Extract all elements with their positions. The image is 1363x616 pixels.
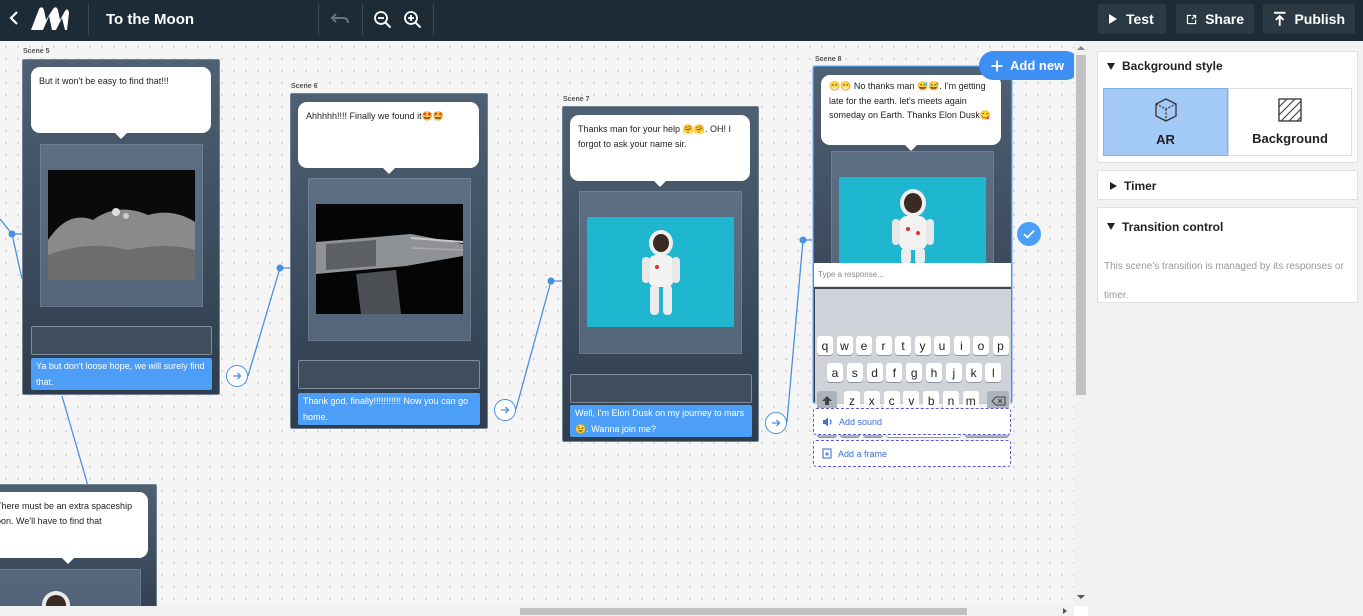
add-sound-label: Add sound xyxy=(839,416,883,427)
empty-response-slot[interactable] xyxy=(298,360,480,389)
transition-description: This scene's transition is managed by it… xyxy=(1104,261,1344,301)
undo-icon[interactable] xyxy=(328,8,352,30)
vertical-scrollbar[interactable] xyxy=(1074,41,1088,606)
key-a[interactable]: a xyxy=(827,363,843,382)
dialog-bubble[interactable]: Thanks man for your help 🤗🤗. OH! I forgo… xyxy=(570,115,750,187)
key-f[interactable]: f xyxy=(886,363,903,382)
logo-icon[interactable] xyxy=(28,5,72,33)
key-k[interactable]: k xyxy=(965,363,982,382)
top-bar: To the Moon Test Share Publish xyxy=(0,0,1363,41)
transition-control-section: Transition control This scene's transiti… xyxy=(1097,207,1358,303)
scene-label: Scene 6 xyxy=(291,83,318,90)
background-style-title: Background style xyxy=(1122,59,1223,73)
empty-response-slot[interactable] xyxy=(570,374,752,403)
arrow-right-icon xyxy=(501,406,510,414)
frame-icon xyxy=(822,448,832,459)
next-scene-arrow[interactable] xyxy=(494,399,516,421)
timer-header[interactable]: Timer xyxy=(1098,171,1357,201)
horizontal-scrollbar[interactable] xyxy=(0,606,1074,616)
response-option[interactable]: Well, I'm Elon Dusk on my journey to mar… xyxy=(570,405,752,437)
key-o[interactable]: o xyxy=(973,336,989,355)
publish-icon xyxy=(1273,11,1286,26)
project-title[interactable]: To the Moon xyxy=(106,11,194,28)
key-i[interactable]: i xyxy=(953,336,970,355)
share-icon xyxy=(1186,14,1197,24)
chevron-down-icon xyxy=(1107,62,1115,70)
dialog-bubble[interactable]: 😁😁 No thanks man 😅😅. I'm getting late fo… xyxy=(821,75,1001,151)
add-frame-button[interactable]: Add a frame xyxy=(813,440,1011,467)
add-frame-label: Add a frame xyxy=(838,448,888,459)
next-scene-arrow[interactable] xyxy=(765,412,787,434)
dialog-bubble[interactable]: But it won't be easy to find that!!! xyxy=(31,67,211,139)
key-u[interactable]: u xyxy=(934,336,950,355)
publish-button[interactable]: Publish xyxy=(1263,4,1355,34)
response-option[interactable]: Ya but don't loose hope, we will surely … xyxy=(31,358,212,390)
test-label: Test xyxy=(1126,11,1154,27)
chevron-right-icon xyxy=(1110,182,1117,190)
share-label: Share xyxy=(1205,11,1244,27)
play-icon xyxy=(1109,14,1117,24)
chevron-down-icon xyxy=(1107,223,1115,230)
sound-icon xyxy=(823,417,832,426)
option-background-label: Background xyxy=(1252,131,1328,146)
add-new-button[interactable]: Add new xyxy=(979,51,1074,80)
transition-control-header[interactable]: Transition control xyxy=(1098,208,1357,245)
key-w[interactable]: w xyxy=(836,336,853,355)
share-button[interactable]: Share xyxy=(1176,4,1254,34)
response-input-placeholder: Type a response... xyxy=(818,270,884,279)
scene-label: Scene 8 xyxy=(815,56,842,63)
test-button[interactable]: Test xyxy=(1098,4,1166,34)
dialog-bubble[interactable]: Ahhhhh!!!! Finally we found it🤩🤩 xyxy=(298,102,479,174)
dialog-bubble[interactable]: There must be an extra spaceship oon. We… xyxy=(0,492,148,564)
key-s[interactable]: s xyxy=(846,363,863,382)
key-q[interactable]: q xyxy=(817,336,833,355)
scene-label: Scene 7 xyxy=(563,96,590,103)
ar-cube-icon xyxy=(1154,98,1177,122)
option-ar-label: AR xyxy=(1156,132,1175,147)
empty-response-slot[interactable] xyxy=(31,326,212,355)
check-icon[interactable] xyxy=(1017,222,1041,246)
add-new-label: Add new xyxy=(1010,58,1065,73)
story-canvas[interactable]: Scene 5 Ya but don't loose hope, we will… xyxy=(0,41,1074,606)
astronaut-image xyxy=(31,585,81,606)
key-r[interactable]: r xyxy=(875,336,892,355)
zoom-out-icon[interactable] xyxy=(371,8,393,30)
key-d[interactable]: d xyxy=(866,363,883,382)
vertical-scroll-thumb[interactable] xyxy=(1076,55,1086,395)
background-style-header[interactable]: Background style xyxy=(1098,52,1357,80)
plus-icon xyxy=(991,60,1003,71)
arrow-right-icon xyxy=(233,372,242,380)
option-ar[interactable]: AR xyxy=(1103,88,1228,156)
key-j[interactable]: j xyxy=(945,363,962,382)
astronaut-image xyxy=(839,177,986,264)
horizontal-scroll-thumb[interactable] xyxy=(520,608,967,615)
timer-title: Timer xyxy=(1124,179,1157,193)
zoom-in-icon[interactable] xyxy=(401,8,423,30)
scene-label: Scene 5 xyxy=(23,48,50,55)
arrow-right-icon xyxy=(772,419,781,427)
key-t[interactable]: t xyxy=(895,336,911,355)
option-background[interactable]: Background xyxy=(1228,88,1352,156)
key-p[interactable]: p xyxy=(992,336,1009,355)
key-e[interactable]: e xyxy=(856,336,872,355)
back-icon[interactable] xyxy=(4,7,24,29)
key-h[interactable]: h xyxy=(926,363,942,382)
background-style-section: Background style AR Background xyxy=(1097,51,1358,163)
publish-label: Publish xyxy=(1294,11,1345,27)
key-l[interactable]: l xyxy=(985,363,1002,382)
background-pattern-icon xyxy=(1278,98,1302,122)
key-y[interactable]: y xyxy=(914,336,931,355)
next-scene-arrow[interactable] xyxy=(226,365,248,387)
response-option[interactable]: Thank god, finally!!!!!!!!!!! Now you ca… xyxy=(298,393,480,425)
moon-surface-image xyxy=(48,170,195,280)
response-input[interactable]: Type a response... xyxy=(814,263,1011,287)
transition-control-title: Transition control xyxy=(1122,219,1224,234)
add-sound-button[interactable]: Add sound xyxy=(813,408,1011,435)
astronaut-image xyxy=(587,217,734,327)
timer-section: Timer xyxy=(1097,170,1358,200)
key-g[interactable]: g xyxy=(906,363,923,382)
spaceship-image xyxy=(316,204,463,314)
